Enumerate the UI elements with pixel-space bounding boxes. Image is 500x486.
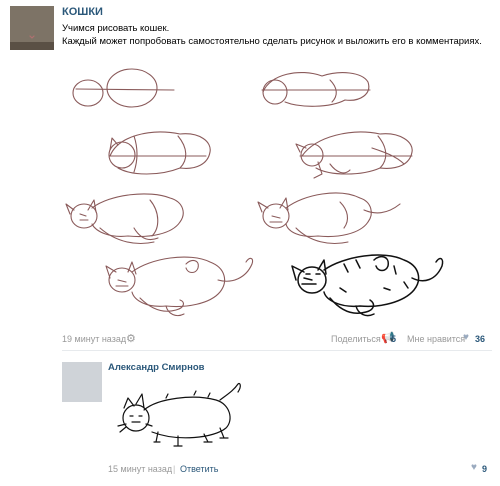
comment-footer: 15 минут назад | Ответить ♥ 9 xyxy=(0,462,500,476)
comment-separator: | xyxy=(173,464,176,474)
like-count: 36 xyxy=(475,334,486,344)
drawing-step-6 xyxy=(257,192,401,245)
heart-icon[interactable]: ♥ xyxy=(463,332,469,343)
commenter-avatar[interactable] xyxy=(62,362,102,402)
post-time-link[interactable]: 19 минут назад xyxy=(62,334,126,344)
like-button[interactable]: Мне нравится xyxy=(407,334,465,344)
drawing-step-7 xyxy=(105,256,254,317)
cat-photo-icon xyxy=(10,6,54,50)
drawing-step-1 xyxy=(72,68,175,108)
post-footer: 19 минут назад ⚙ Поделиться 📢 5 Мне нрав… xyxy=(0,332,500,348)
reply-button[interactable]: Ответить xyxy=(180,464,218,474)
drawing-step-3 xyxy=(108,131,211,175)
share-count: 5 xyxy=(391,334,397,344)
comments-divider xyxy=(62,350,492,351)
post-text-line-2: Каждый может попробовать самостоятельно … xyxy=(62,36,482,47)
comment-heart-icon[interactable]: ♥ xyxy=(471,462,477,473)
comment-like-count: 9 xyxy=(482,464,488,474)
child-cat-drawing-image[interactable] xyxy=(108,380,248,450)
gear-icon[interactable]: ⚙ xyxy=(126,332,136,345)
share-button[interactable]: Поделиться xyxy=(331,334,381,344)
cat-drawing-steps-image[interactable] xyxy=(0,52,500,322)
group-avatar[interactable] xyxy=(10,6,54,50)
drawing-step-8-final xyxy=(291,254,444,317)
post-text-line-1: Учимся рисовать кошек. xyxy=(62,23,170,34)
drawing-step-2 xyxy=(261,72,371,107)
user-photo-icon xyxy=(62,362,102,402)
comment-author-link[interactable]: Александр Смирнов xyxy=(108,362,205,373)
comment-time-link[interactable]: 15 минут назад xyxy=(108,464,172,474)
post-text: Учимся рисовать кошек. Каждый может попр… xyxy=(62,22,492,48)
drawing-step-5 xyxy=(65,193,184,245)
group-name-link[interactable]: КОШКИ xyxy=(62,6,103,18)
drawing-step-4 xyxy=(295,131,413,179)
